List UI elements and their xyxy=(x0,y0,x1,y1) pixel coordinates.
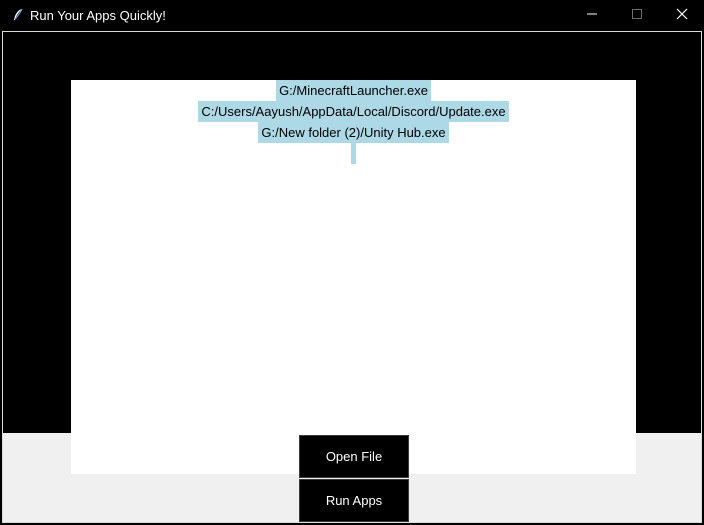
list-item-empty[interactable] xyxy=(71,143,636,164)
feather-icon xyxy=(12,8,24,22)
title-bar[interactable]: Run Your Apps Quickly! xyxy=(0,0,704,31)
maximize-button[interactable] xyxy=(614,0,659,31)
close-button[interactable] xyxy=(659,0,704,31)
maximize-icon xyxy=(631,7,643,25)
close-icon xyxy=(676,7,688,25)
list-item[interactable]: G:/New folder (2)/Unity Hub.exe xyxy=(71,122,636,143)
list-item-label: C:/Users/Aayush/AppData/Local/Discord/Up… xyxy=(198,101,509,122)
apps-listbox[interactable]: G:/MinecraftLauncher.exe C:/Users/Aayush… xyxy=(71,80,636,474)
run-apps-button[interactable]: Run Apps xyxy=(299,479,409,522)
open-file-button[interactable]: Open File xyxy=(299,435,409,478)
client-area: G:/MinecraftLauncher.exe C:/Users/Aayush… xyxy=(2,31,702,523)
list-item[interactable]: G:/MinecraftLauncher.exe xyxy=(71,80,636,101)
list-item[interactable]: C:/Users/Aayush/AppData/Local/Discord/Up… xyxy=(71,101,636,122)
list-item-label xyxy=(351,143,356,164)
list-item-label: G:/New folder (2)/Unity Hub.exe xyxy=(258,122,449,143)
app-window: Run Your Apps Quickly! G:/MinecraftLaunc… xyxy=(0,0,704,525)
window-title: Run Your Apps Quickly! xyxy=(30,8,166,23)
list-item-label: G:/MinecraftLauncher.exe xyxy=(276,80,431,101)
minimize-button[interactable] xyxy=(569,0,614,31)
minimize-icon xyxy=(586,7,598,25)
